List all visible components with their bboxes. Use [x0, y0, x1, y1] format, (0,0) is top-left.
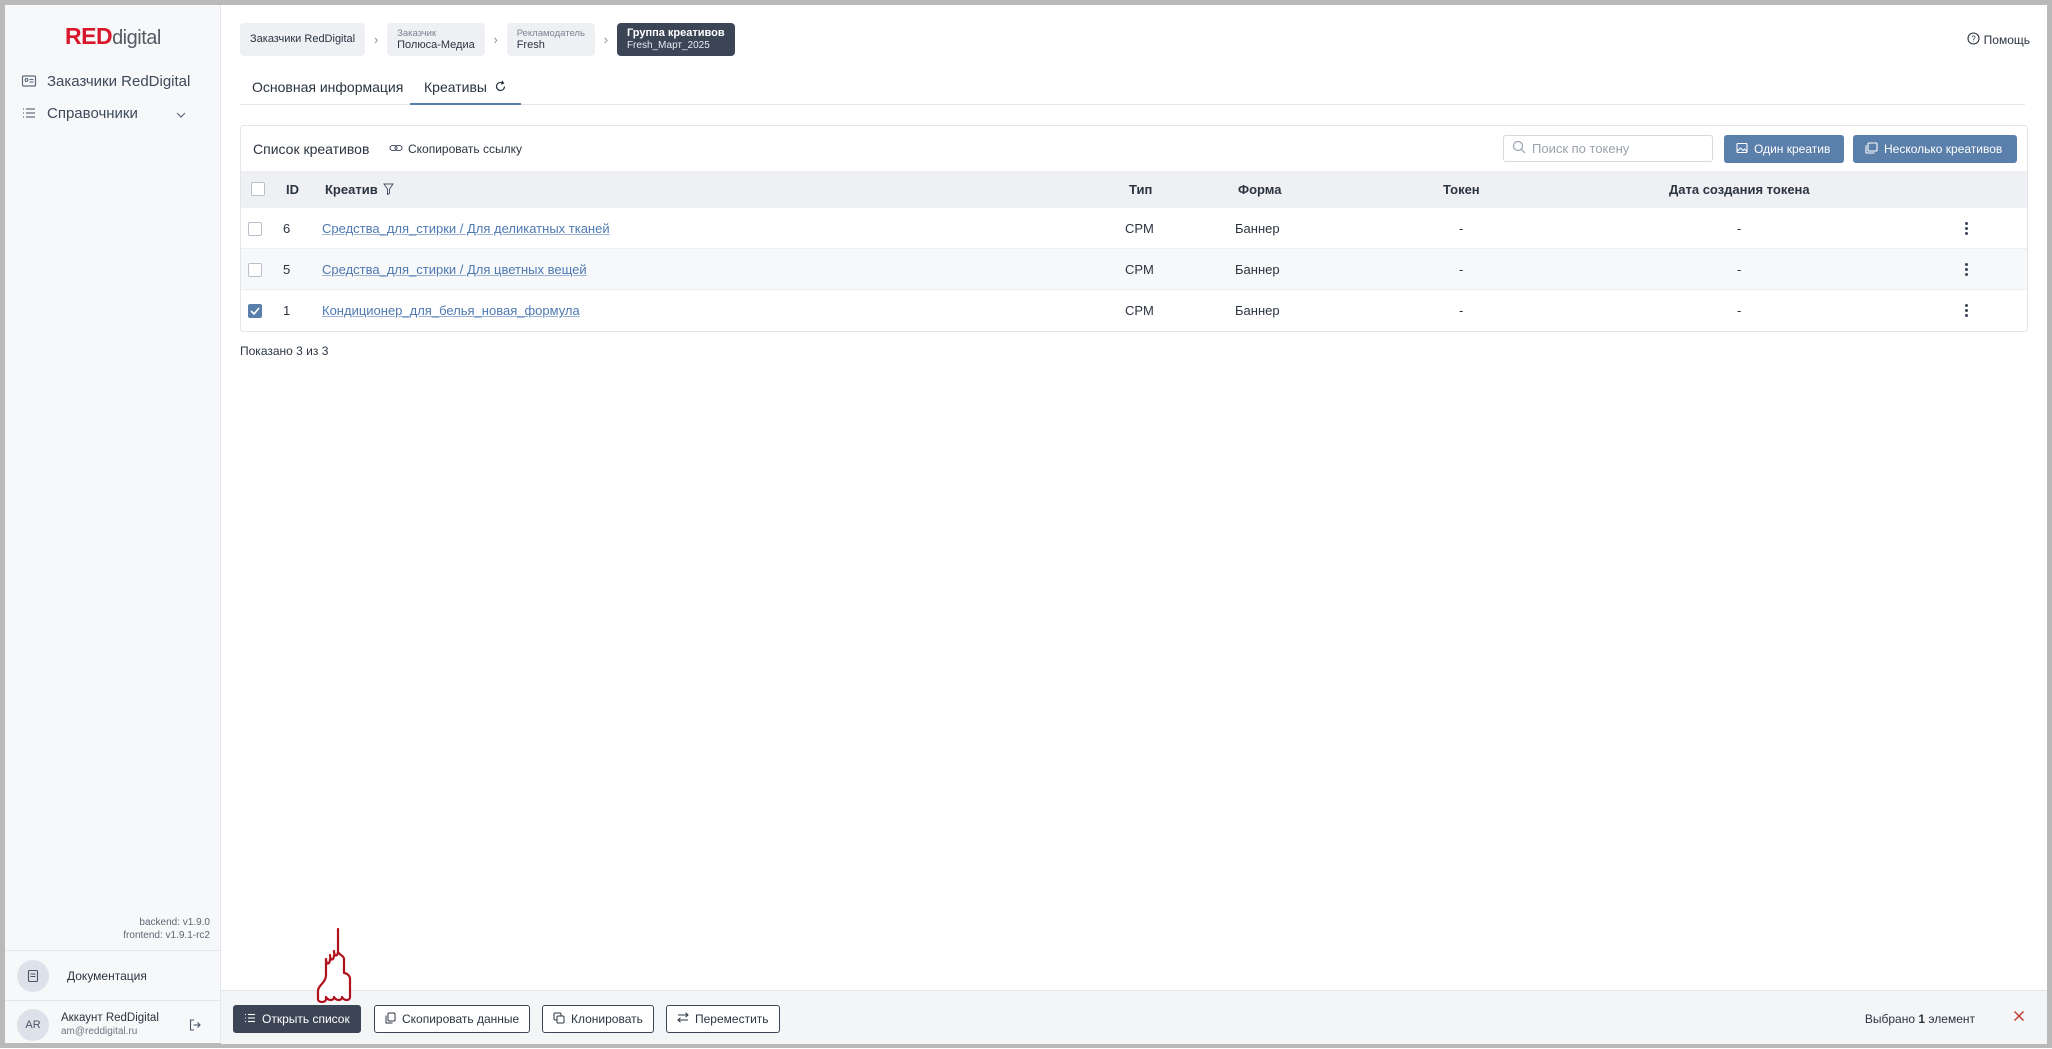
bulk-action-bar: Открыть список Скопировать данные Клонир… — [221, 990, 2047, 1044]
more-icon[interactable] — [1965, 290, 1968, 331]
breadcrumb-customers[interactable]: Заказчики RedDigital — [240, 23, 366, 56]
chevron-right-icon: › — [373, 32, 379, 47]
account-name: Аккаунт RedDigital — [61, 1012, 159, 1024]
chevron-down-icon[interactable] — [176, 107, 186, 118]
help-label: Помощь — [1983, 33, 2030, 47]
image-icon — [1736, 142, 1748, 157]
breadcrumb-customer[interactable]: Заказчик Полюса-Медиа — [387, 23, 485, 56]
row-checkbox[interactable] — [248, 208, 262, 249]
table-header: ID Креатив Тип Форма Токен Дата создания… — [241, 171, 2027, 207]
id-card-icon — [21, 73, 37, 89]
add-one-creative-button[interactable]: Один креатив — [1724, 135, 1844, 163]
cell-token: - — [1459, 262, 1464, 277]
col-type[interactable]: Тип — [1129, 171, 1152, 207]
cell-creative-link[interactable]: Средства_для_стирки / Для цветных вещей — [322, 249, 587, 290]
svg-text:?: ? — [1971, 35, 1976, 44]
sidebar-item-label: Справочники — [47, 104, 138, 122]
table-row[interactable]: 1 Кондиционер_для_белья_новая_формула CP… — [241, 289, 2027, 331]
cell-type: CPM — [1125, 303, 1154, 318]
cell-id: 1 — [283, 303, 291, 318]
tab-creatives[interactable]: Креативы — [410, 70, 521, 105]
cell-token-date: - — [1737, 303, 1742, 318]
filter-icon[interactable] — [382, 183, 394, 195]
documentation-link[interactable]: Документация — [5, 950, 220, 1001]
sidebar-item-customers[interactable]: Заказчики RedDigital — [21, 68, 190, 94]
logout-icon[interactable] — [188, 1018, 202, 1037]
brand-logo[interactable]: REDdigital — [65, 23, 161, 50]
list-icon — [244, 1012, 256, 1026]
col-id[interactable]: ID — [286, 171, 299, 207]
open-list-button[interactable]: Открыть список — [233, 1005, 361, 1033]
tab-bar: Основная информация Креативы — [240, 70, 2025, 105]
cell-token-date: - — [1737, 221, 1742, 236]
cell-id: 5 — [283, 262, 291, 277]
table-row[interactable]: 6 Средства_для_стирки / Для деликатных т… — [241, 207, 2027, 249]
cell-id: 6 — [283, 221, 291, 236]
cell-form: Баннер — [1235, 303, 1280, 318]
col-token[interactable]: Токен — [1443, 171, 1480, 207]
copy-data-button[interactable]: Скопировать данные — [374, 1005, 531, 1033]
version-info: backend: v1.9.0 frontend: v1.9.1-rc2 — [123, 916, 210, 942]
sidebar-item-directories[interactable]: Справочники — [21, 100, 206, 126]
creatives-panel: Список креативов Скопировать ссылку Поис… — [240, 125, 2028, 332]
row-checkbox[interactable] — [248, 249, 262, 290]
search-icon — [1512, 140, 1526, 157]
cell-type: CPM — [1125, 221, 1154, 236]
pointer-hand-icon — [308, 925, 364, 1008]
search-placeholder: Поиск по токену — [1532, 141, 1630, 156]
add-many-creatives-button[interactable]: Несколько креативов — [1853, 135, 2017, 163]
row-checkbox-checked[interactable] — [248, 290, 262, 331]
cell-type: CPM — [1125, 262, 1154, 277]
cell-form: Баннер — [1235, 221, 1280, 236]
help-link[interactable]: ? Помощь — [1967, 32, 2030, 48]
help-icon: ? — [1967, 32, 1980, 48]
more-icon[interactable] — [1965, 249, 1968, 290]
images-icon — [1865, 141, 1878, 157]
clone-button[interactable]: Клонировать — [542, 1005, 654, 1033]
breadcrumb-creative-group[interactable]: Группа креативов Fresh_Март_2025 — [616, 23, 735, 56]
sidebar-item-label: Заказчики RedDigital — [47, 72, 191, 90]
account-email: am@reddigital.ru — [61, 1026, 138, 1037]
account-block: AR Аккаунт RedDigital am@reddigital.ru — [5, 1000, 220, 1049]
swap-icon — [677, 1012, 689, 1026]
col-form[interactable]: Форма — [1238, 171, 1281, 207]
move-button[interactable]: Переместить — [666, 1005, 780, 1033]
selected-count: 1 — [1918, 1012, 1926, 1026]
select-all-checkbox[interactable] — [251, 171, 265, 207]
search-input[interactable]: Поиск по токену — [1503, 135, 1713, 162]
clone-icon — [553, 1012, 565, 1027]
backend-version: backend: v1.9.0 — [139, 917, 210, 928]
breadcrumb-advertiser[interactable]: Рекламодатель Fresh — [506, 23, 595, 56]
panel-title: Список креативов — [253, 141, 370, 157]
frontend-version: frontend: v1.9.1-rc2 — [123, 930, 210, 941]
list-icon — [21, 105, 37, 121]
copy-icon — [385, 1012, 396, 1027]
tab-main-info[interactable]: Основная информация — [252, 70, 403, 103]
more-icon[interactable] — [1965, 208, 1968, 249]
cell-token: - — [1459, 221, 1464, 236]
documentation-label: Документация — [67, 969, 147, 983]
sidebar: REDdigital Заказчики RedDigital Справочн… — [5, 5, 221, 1043]
table-row[interactable]: 5 Средства_для_стирки / Для цветных веще… — [241, 248, 2027, 290]
shown-count: Показано 3 из 3 — [240, 344, 329, 358]
refresh-icon[interactable] — [494, 80, 507, 93]
close-icon[interactable] — [2013, 1009, 2025, 1027]
selection-status: Выбрано 1 элемент — [1864, 1012, 1975, 1026]
copy-link-button[interactable]: Скопировать ссылку — [389, 142, 522, 156]
cell-token: - — [1459, 303, 1464, 318]
cell-token-date: - — [1737, 262, 1742, 277]
cell-creative-link[interactable]: Кондиционер_для_белья_новая_формула — [322, 290, 580, 331]
document-icon — [17, 960, 49, 992]
cell-creative-link[interactable]: Средства_для_стирки / Для деликатных тка… — [322, 208, 610, 249]
chevron-right-icon: › — [493, 32, 498, 47]
cell-form: Баннер — [1235, 262, 1280, 277]
chevron-right-icon: › — [603, 32, 609, 47]
avatar: AR — [17, 1009, 49, 1041]
breadcrumb: Заказчики RedDigital › Заказчик Полюса-М… — [240, 23, 735, 56]
link-icon — [389, 142, 403, 156]
col-token-date[interactable]: Дата создания токена — [1669, 171, 1810, 207]
col-creative[interactable]: Креатив — [325, 171, 394, 207]
